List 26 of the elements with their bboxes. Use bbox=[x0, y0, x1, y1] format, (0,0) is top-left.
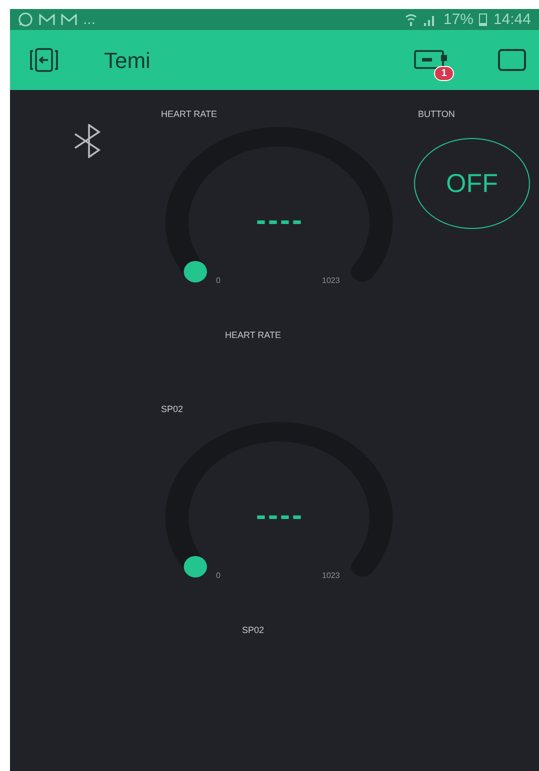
battery-percent: 17% bbox=[443, 12, 474, 27]
chat-icon bbox=[18, 12, 33, 27]
gauge-min: 0 bbox=[216, 277, 220, 285]
mail-icon bbox=[61, 14, 77, 26]
gauge-caption: SP02 bbox=[240, 626, 266, 635]
gauge-max: 1023 bbox=[322, 572, 340, 580]
gauge-value: ---- bbox=[255, 501, 305, 531]
gauge-max: 1023 bbox=[322, 277, 340, 285]
battery-icon bbox=[479, 13, 488, 26]
clock: 14:44 bbox=[493, 12, 531, 27]
stop-button[interactable] bbox=[498, 49, 526, 71]
off-button[interactable]: OFF bbox=[414, 138, 530, 229]
mail-icon bbox=[39, 14, 55, 26]
gauge-label: SP02 bbox=[161, 405, 184, 414]
device-status-button[interactable]: 1 bbox=[414, 44, 456, 82]
gauge-caption: HEART RATE bbox=[224, 331, 282, 340]
exit-icon[interactable] bbox=[28, 47, 60, 73]
notification-overflow: ... bbox=[83, 12, 96, 27]
button-label: BUTTON bbox=[418, 110, 455, 119]
notification-badge: 1 bbox=[434, 66, 454, 81]
wifi-icon bbox=[405, 13, 418, 26]
gauge-value: ---- bbox=[255, 206, 305, 236]
bluetooth-icon[interactable] bbox=[73, 124, 103, 158]
gauge-min: 0 bbox=[216, 572, 220, 580]
project-title: Temi bbox=[104, 46, 150, 74]
gauge-label: HEART RATE bbox=[161, 110, 218, 119]
